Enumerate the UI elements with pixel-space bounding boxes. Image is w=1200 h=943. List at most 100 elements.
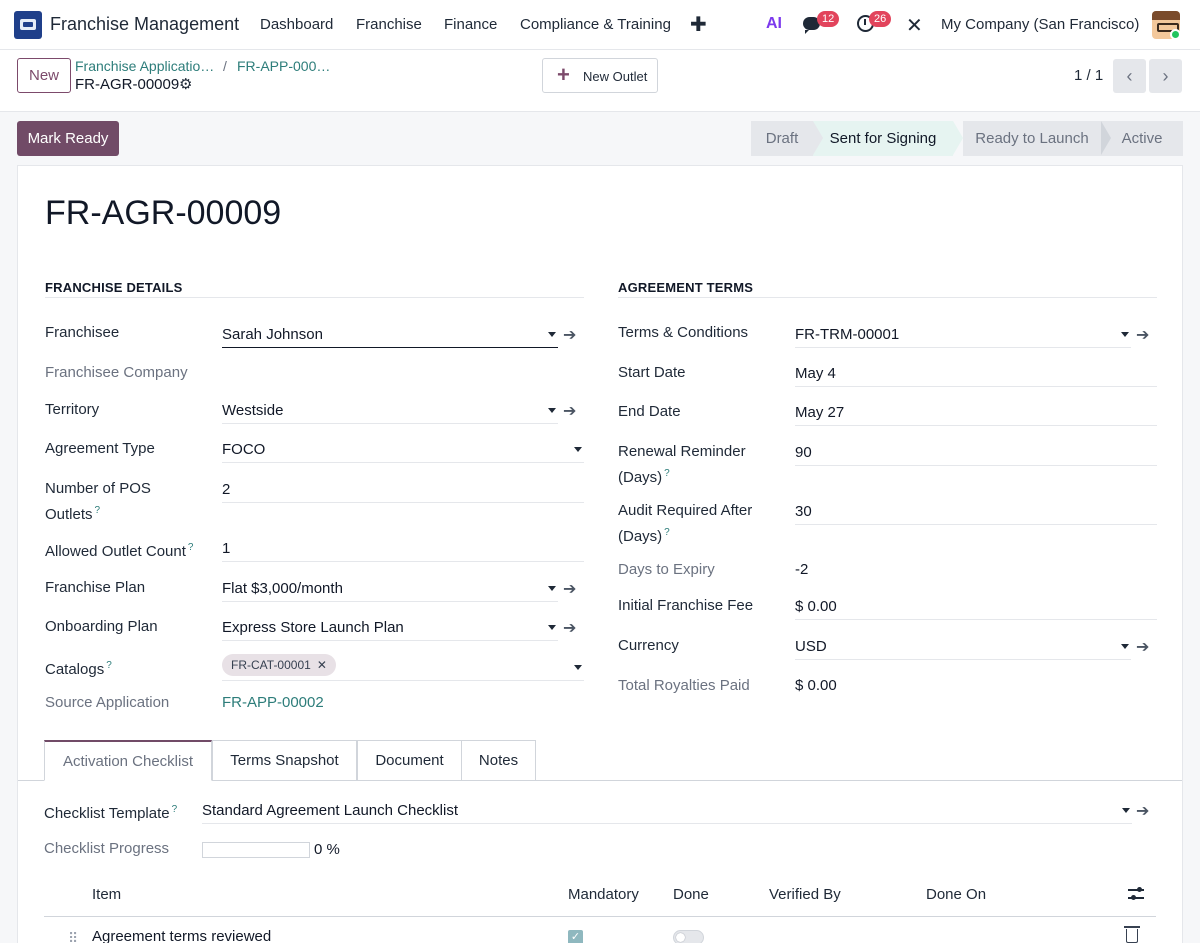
renewal-reminder-label-line2: (Days): [618, 469, 663, 486]
days-to-expiry-value: -2: [795, 561, 809, 578]
franchise-plan-field[interactable]: Flat $3,000/month: [222, 578, 558, 602]
allowed-outlet-count-text: Allowed Outlet Count: [45, 543, 186, 560]
open-record-arrow-icon[interactable]: ➔: [563, 404, 576, 420]
help-tooltip-icon[interactable]: ?: [664, 527, 670, 538]
checklist-progress-value: 0 %: [314, 841, 340, 858]
onboarding-plan-field[interactable]: Express Store Launch Plan: [222, 617, 558, 641]
open-record-arrow-icon[interactable]: ➔: [1136, 328, 1149, 344]
open-record-arrow-icon[interactable]: ➔: [563, 582, 576, 598]
column-header-done-on[interactable]: Done On: [926, 886, 986, 903]
new-button[interactable]: New: [17, 58, 71, 93]
ai-icon[interactable]: AI: [766, 15, 782, 33]
form-sheet: FR-AGR-00009 FRANCHISE DETAILS Franchise…: [17, 165, 1183, 943]
chevron-down-icon[interactable]: [548, 625, 556, 630]
menu-dashboard[interactable]: Dashboard: [260, 16, 333, 33]
column-settings-icon[interactable]: [1128, 886, 1146, 904]
total-royalties-value: $ 0.00: [795, 677, 837, 694]
help-tooltip-icon[interactable]: ?: [188, 542, 194, 553]
chevron-down-icon[interactable]: [548, 586, 556, 591]
allowed-outlet-count-field[interactable]: 1: [222, 538, 584, 562]
catalogs-field[interactable]: FR-CAT-00001 ✕: [222, 654, 584, 681]
column-header-verified-by[interactable]: Verified By: [769, 886, 841, 903]
initial-fee-field[interactable]: $ 0.00: [795, 596, 1157, 620]
help-tooltip-icon[interactable]: ?: [95, 505, 101, 516]
drag-handle-icon[interactable]: ⠿: [68, 930, 78, 943]
breadcrumb-parent[interactable]: Franchise Applicatio…: [75, 58, 214, 74]
help-tooltip-icon[interactable]: ?: [172, 804, 178, 815]
company-switcher[interactable]: My Company (San Francisco): [941, 16, 1139, 33]
status-divider: [1101, 121, 1111, 155]
chevron-down-icon[interactable]: [574, 447, 582, 452]
open-record-arrow-icon[interactable]: ➔: [1136, 640, 1149, 656]
status-step-sent-for-signing[interactable]: Sent for Signing: [813, 121, 953, 156]
tab-notes[interactable]: Notes: [461, 740, 536, 781]
open-record-arrow-icon[interactable]: ➔: [563, 621, 576, 637]
start-date-field[interactable]: May 4: [795, 363, 1157, 387]
tab-document[interactable]: Document: [357, 740, 462, 781]
checklist-row-item[interactable]: Agreement terms reviewed: [92, 928, 271, 943]
breadcrumb-application[interactable]: FR-APP-000…: [237, 58, 330, 74]
audit-required-field[interactable]: 30: [795, 501, 1157, 525]
initial-fee-label: Initial Franchise Fee: [618, 597, 754, 614]
column-header-done[interactable]: Done: [673, 886, 709, 903]
catalog-tag[interactable]: FR-CAT-00001 ✕: [222, 654, 336, 676]
franchisee-field[interactable]: Sarah Johnson: [222, 324, 558, 348]
debug-tools-icon[interactable]: ✕: [906, 13, 923, 38]
pager-previous-button[interactable]: ‹: [1113, 59, 1146, 93]
menu-compliance-training[interactable]: Compliance & Training: [520, 16, 671, 33]
chevron-down-icon[interactable]: [1122, 808, 1130, 813]
start-date-label: Start Date: [618, 364, 686, 381]
help-tooltip-icon[interactable]: ?: [664, 468, 670, 479]
pos-outlets-field[interactable]: 2: [222, 479, 584, 503]
franchise-plan-value: Flat $3,000/month: [222, 580, 343, 597]
help-tooltip-icon[interactable]: ?: [106, 660, 112, 671]
terms-conditions-field[interactable]: FR-TRM-00001: [795, 324, 1131, 348]
franchisee-company-label: Franchisee Company: [45, 364, 188, 381]
checklist-template-field[interactable]: Standard Agreement Launch Checklist: [202, 800, 1132, 824]
status-divider: [953, 121, 963, 155]
open-record-arrow-icon[interactable]: ➔: [1136, 804, 1149, 820]
new-outlet-button[interactable]: + New Outlet: [542, 58, 658, 93]
end-date-field[interactable]: May 27: [795, 402, 1157, 426]
pager-value[interactable]: 1 / 1: [1074, 67, 1103, 84]
app-logo-icon[interactable]: [14, 11, 42, 39]
menu-franchise[interactable]: Franchise: [356, 16, 422, 33]
tab-terms-snapshot[interactable]: Terms Snapshot: [212, 740, 357, 781]
trash-icon[interactable]: [1124, 926, 1140, 943]
audit-required-label: Audit Required After (Days)?: [618, 500, 752, 548]
chevron-down-icon[interactable]: [1121, 332, 1129, 337]
agreement-type-select[interactable]: FOCO: [222, 439, 584, 463]
tab-activation-checklist[interactable]: Activation Checklist: [44, 740, 212, 781]
renewal-reminder-field[interactable]: 90: [795, 442, 1157, 466]
app-name[interactable]: Franchise Management: [50, 14, 239, 35]
done-toggle[interactable]: [673, 930, 704, 943]
checklist-template-label: Checklist Template?: [44, 799, 177, 825]
activities-count-badge: 26: [869, 11, 892, 27]
chevron-down-icon[interactable]: [548, 408, 556, 413]
open-record-arrow-icon[interactable]: ➔: [563, 328, 576, 344]
renewal-reminder-label-line1: Renewal Reminder: [618, 443, 746, 460]
status-step-ready-to-launch[interactable]: Ready to Launch: [963, 121, 1101, 156]
currency-value: USD: [795, 638, 827, 655]
audit-required-label-line1: Audit Required After: [618, 502, 753, 519]
breadcrumb-separator: /: [223, 58, 227, 74]
gear-icon[interactable]: ⚙: [179, 75, 192, 93]
column-header-mandatory[interactable]: Mandatory: [568, 886, 639, 903]
chevron-down-icon[interactable]: [574, 665, 582, 670]
chevron-down-icon[interactable]: [548, 332, 556, 337]
catalogs-label-text: Catalogs: [45, 661, 105, 678]
mark-ready-button[interactable]: Mark Ready: [17, 121, 119, 156]
status-step-draft[interactable]: Draft: [751, 121, 813, 156]
chevron-down-icon[interactable]: [1121, 644, 1129, 649]
pager-next-button[interactable]: ›: [1149, 59, 1182, 93]
column-header-item[interactable]: Item: [92, 886, 121, 903]
remove-tag-icon[interactable]: ✕: [317, 658, 327, 672]
agreement-type-label: Agreement Type: [45, 440, 155, 457]
currency-field[interactable]: USD: [795, 636, 1131, 660]
source-application-link[interactable]: FR-APP-00002: [222, 692, 422, 716]
territory-field[interactable]: Westside: [222, 400, 558, 424]
franchise-details-title: FRANCHISE DETAILS: [45, 280, 183, 295]
menu-finance[interactable]: Finance: [444, 16, 497, 33]
status-step-active[interactable]: Active: [1101, 121, 1183, 156]
add-menu-icon[interactable]: ✚: [690, 12, 707, 37]
